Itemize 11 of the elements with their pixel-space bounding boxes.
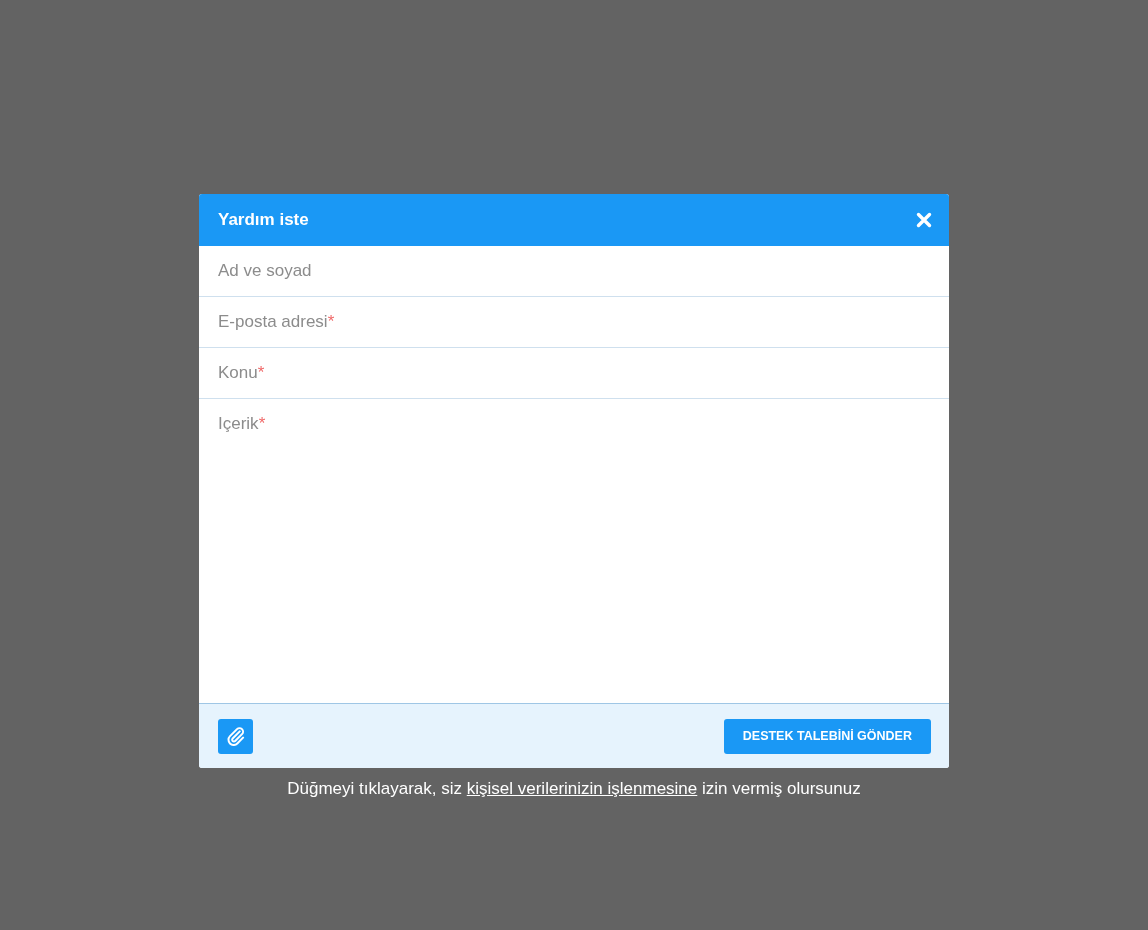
input-field[interactable]: Konu* (199, 348, 949, 399)
close-button[interactable] (916, 212, 932, 228)
consent-text: Düğmeyi tıklayarak, siz kişisel verilerinizin işlenmesine izin vermiş olursunuz (287, 779, 861, 799)
input-field[interactable]: Ad ve soyad (199, 246, 949, 297)
submit-button[interactable]: DESTEK TALEBİNİ GÖNDER (723, 718, 931, 754)
close-icon (916, 212, 932, 228)
privacy-link[interactable]: kişisel verilerinizin işlenmesine (466, 779, 698, 798)
dialog-title: Yardım iste (218, 210, 309, 230)
paperclip-icon (225, 726, 246, 746)
attach-button[interactable] (218, 718, 253, 754)
input-field[interactable]: E-posta adresi* (199, 297, 949, 348)
